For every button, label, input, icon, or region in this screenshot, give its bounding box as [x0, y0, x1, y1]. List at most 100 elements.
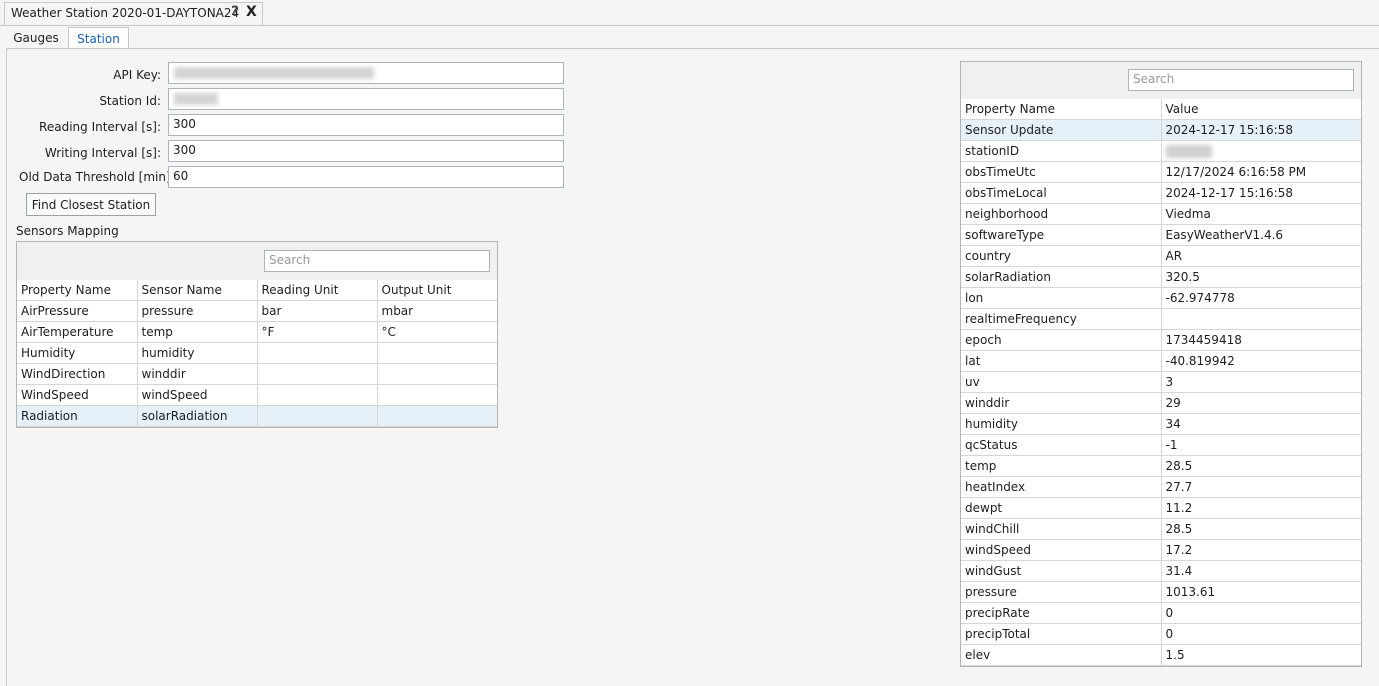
tab-strip-divider — [0, 25, 1379, 26]
property-row[interactable]: windChill 28.5 — [961, 518, 1361, 540]
property-row[interactable]: obsTimeUtc 12/17/2024 6:16:58 PM — [961, 161, 1361, 183]
writing-interval-input[interactable]: 300 — [168, 140, 564, 162]
property-row[interactable]: windGust 31.4 — [961, 560, 1361, 582]
table-row[interactable]: Radiation solarRadiation — [17, 405, 497, 427]
property-row[interactable]: humidity 34 — [961, 413, 1361, 435]
table-cell: humidity — [136, 342, 258, 364]
property-value-cell: 17.2 — [1160, 539, 1361, 561]
column-header[interactable]: Property Name — [961, 99, 1162, 120]
column-header[interactable]: Reading Unit — [256, 280, 378, 301]
property-value-cell: 1734459418 — [1160, 329, 1361, 351]
find-closest-station-button[interactable]: Find Closest Station — [26, 193, 156, 216]
property-name-cell: windGust — [961, 560, 1162, 582]
table-row[interactable]: AirPressure pressure bar mbar — [17, 300, 497, 322]
table-cell: Humidity — [17, 342, 138, 364]
old-data-threshold-input[interactable]: 60 — [168, 166, 564, 188]
property-row[interactable]: epoch 1734459418 — [961, 329, 1361, 351]
table-cell — [376, 363, 497, 385]
content-top-border — [6, 48, 1379, 49]
property-name-cell: obsTimeUtc — [961, 161, 1162, 183]
property-row[interactable]: qcStatus -1 — [961, 434, 1361, 456]
reading-interval-input[interactable]: 300 — [168, 114, 564, 136]
table-cell: mbar — [376, 300, 497, 322]
property-value-cell: 28.5 — [1160, 518, 1361, 540]
property-row[interactable]: stationID — [961, 140, 1361, 162]
property-name-cell: softwareType — [961, 224, 1162, 246]
table-row[interactable]: WindDirection winddir — [17, 363, 497, 385]
property-value-cell: -40.819942 — [1160, 350, 1361, 372]
property-name-cell: pressure — [961, 581, 1162, 603]
property-row[interactable]: lon -62.974778 — [961, 287, 1361, 309]
tab-gauges[interactable]: Gauges — [6, 27, 66, 49]
property-name-cell: dewpt — [961, 497, 1162, 519]
property-value-cell: 0 — [1160, 602, 1361, 624]
property-row[interactable]: softwareType EasyWeatherV1.4.6 — [961, 224, 1361, 246]
property-name-cell: heatIndex — [961, 476, 1162, 498]
table-cell: °F — [256, 321, 378, 343]
property-row[interactable]: dewpt 11.2 — [961, 497, 1361, 519]
property-value-cell: -1 — [1160, 434, 1361, 456]
redacted-value — [1165, 145, 1212, 158]
column-header[interactable]: Property Name — [17, 280, 138, 301]
property-name-cell: epoch — [961, 329, 1162, 351]
api-key-label: API Key: — [113, 68, 161, 82]
property-row[interactable]: elev 1.5 — [961, 644, 1361, 666]
property-row[interactable]: lat -40.819942 — [961, 350, 1361, 372]
station-id-label: Station Id: — [99, 94, 161, 108]
property-row[interactable]: pressure 1013.61 — [961, 581, 1361, 603]
sensors-search-input[interactable]: Search — [264, 250, 490, 272]
table-cell — [376, 342, 497, 364]
property-name-cell: qcStatus — [961, 434, 1162, 456]
table-cell: pressure — [136, 300, 258, 322]
column-header[interactable]: Output Unit — [376, 280, 497, 301]
property-row[interactable]: Sensor Update 2024-12-17 15:16:58 — [961, 119, 1361, 141]
property-row[interactable]: precipRate 0 — [961, 602, 1361, 624]
property-row[interactable]: neighborhood Viedma — [961, 203, 1361, 225]
property-row[interactable]: windSpeed 17.2 — [961, 539, 1361, 561]
property-row[interactable]: solarRadiation 320.5 — [961, 266, 1361, 288]
property-value-cell — [1160, 308, 1361, 330]
property-value-cell: 3 — [1160, 371, 1361, 393]
property-name-cell: country — [961, 245, 1162, 267]
property-value-cell: 28.5 — [1160, 455, 1361, 477]
property-value-cell: 1.5 — [1160, 644, 1361, 666]
property-value-cell: 31.4 — [1160, 560, 1361, 582]
property-row[interactable]: precipTotal 0 — [961, 623, 1361, 645]
tab-station[interactable]: Station — [68, 27, 129, 49]
property-value-cell: 12/17/2024 6:16:58 PM — [1160, 161, 1361, 183]
station-id-input[interactable] — [168, 88, 564, 110]
property-row[interactable]: heatIndex 27.7 — [961, 476, 1361, 498]
property-name-cell: windSpeed — [961, 539, 1162, 561]
property-name-cell: stationID — [961, 140, 1162, 162]
close-icon[interactable]: X — [246, 4, 257, 20]
table-row[interactable]: AirTemperature temp °F °C — [17, 321, 497, 343]
property-name-cell: elev — [961, 644, 1162, 666]
property-value-cell — [1160, 140, 1361, 162]
table-cell: Radiation — [17, 405, 138, 427]
table-cell: WindDirection — [17, 363, 138, 385]
property-value-cell: 0 — [1160, 623, 1361, 645]
column-header[interactable]: Value — [1160, 99, 1361, 120]
window-title: Weather Station 2020-01-DAYTONA24 — [11, 6, 240, 20]
property-value-cell: 29 — [1160, 392, 1361, 414]
property-row[interactable]: obsTimeLocal 2024-12-17 15:16:58 — [961, 182, 1361, 204]
station-properties-grid: Search Property Name Value Sensor Update 2… — [960, 61, 1362, 667]
property-row[interactable]: realtimeFrequency — [961, 308, 1361, 330]
table-row[interactable]: Humidity humidity — [17, 342, 497, 364]
property-name-cell: Sensor Update — [961, 119, 1162, 141]
column-header[interactable]: Sensor Name — [136, 280, 258, 301]
table-cell — [256, 384, 378, 406]
property-row[interactable]: temp 28.5 — [961, 455, 1361, 477]
property-name-cell: uv — [961, 371, 1162, 393]
properties-table: Property Name Value Sensor Update 2024-12-… — [961, 99, 1361, 666]
property-row[interactable]: uv 3 — [961, 371, 1361, 393]
property-name-cell: lon — [961, 287, 1162, 309]
property-name-cell: temp — [961, 455, 1162, 477]
table-row[interactable]: WindSpeed windSpeed — [17, 384, 497, 406]
property-row[interactable]: winddir 29 — [961, 392, 1361, 414]
help-icon[interactable]: ? — [231, 4, 239, 20]
table-cell: AirTemperature — [17, 321, 138, 343]
properties-search-input[interactable]: Search — [1128, 69, 1354, 91]
table-cell: °C — [376, 321, 497, 343]
property-row[interactable]: country AR — [961, 245, 1361, 267]
